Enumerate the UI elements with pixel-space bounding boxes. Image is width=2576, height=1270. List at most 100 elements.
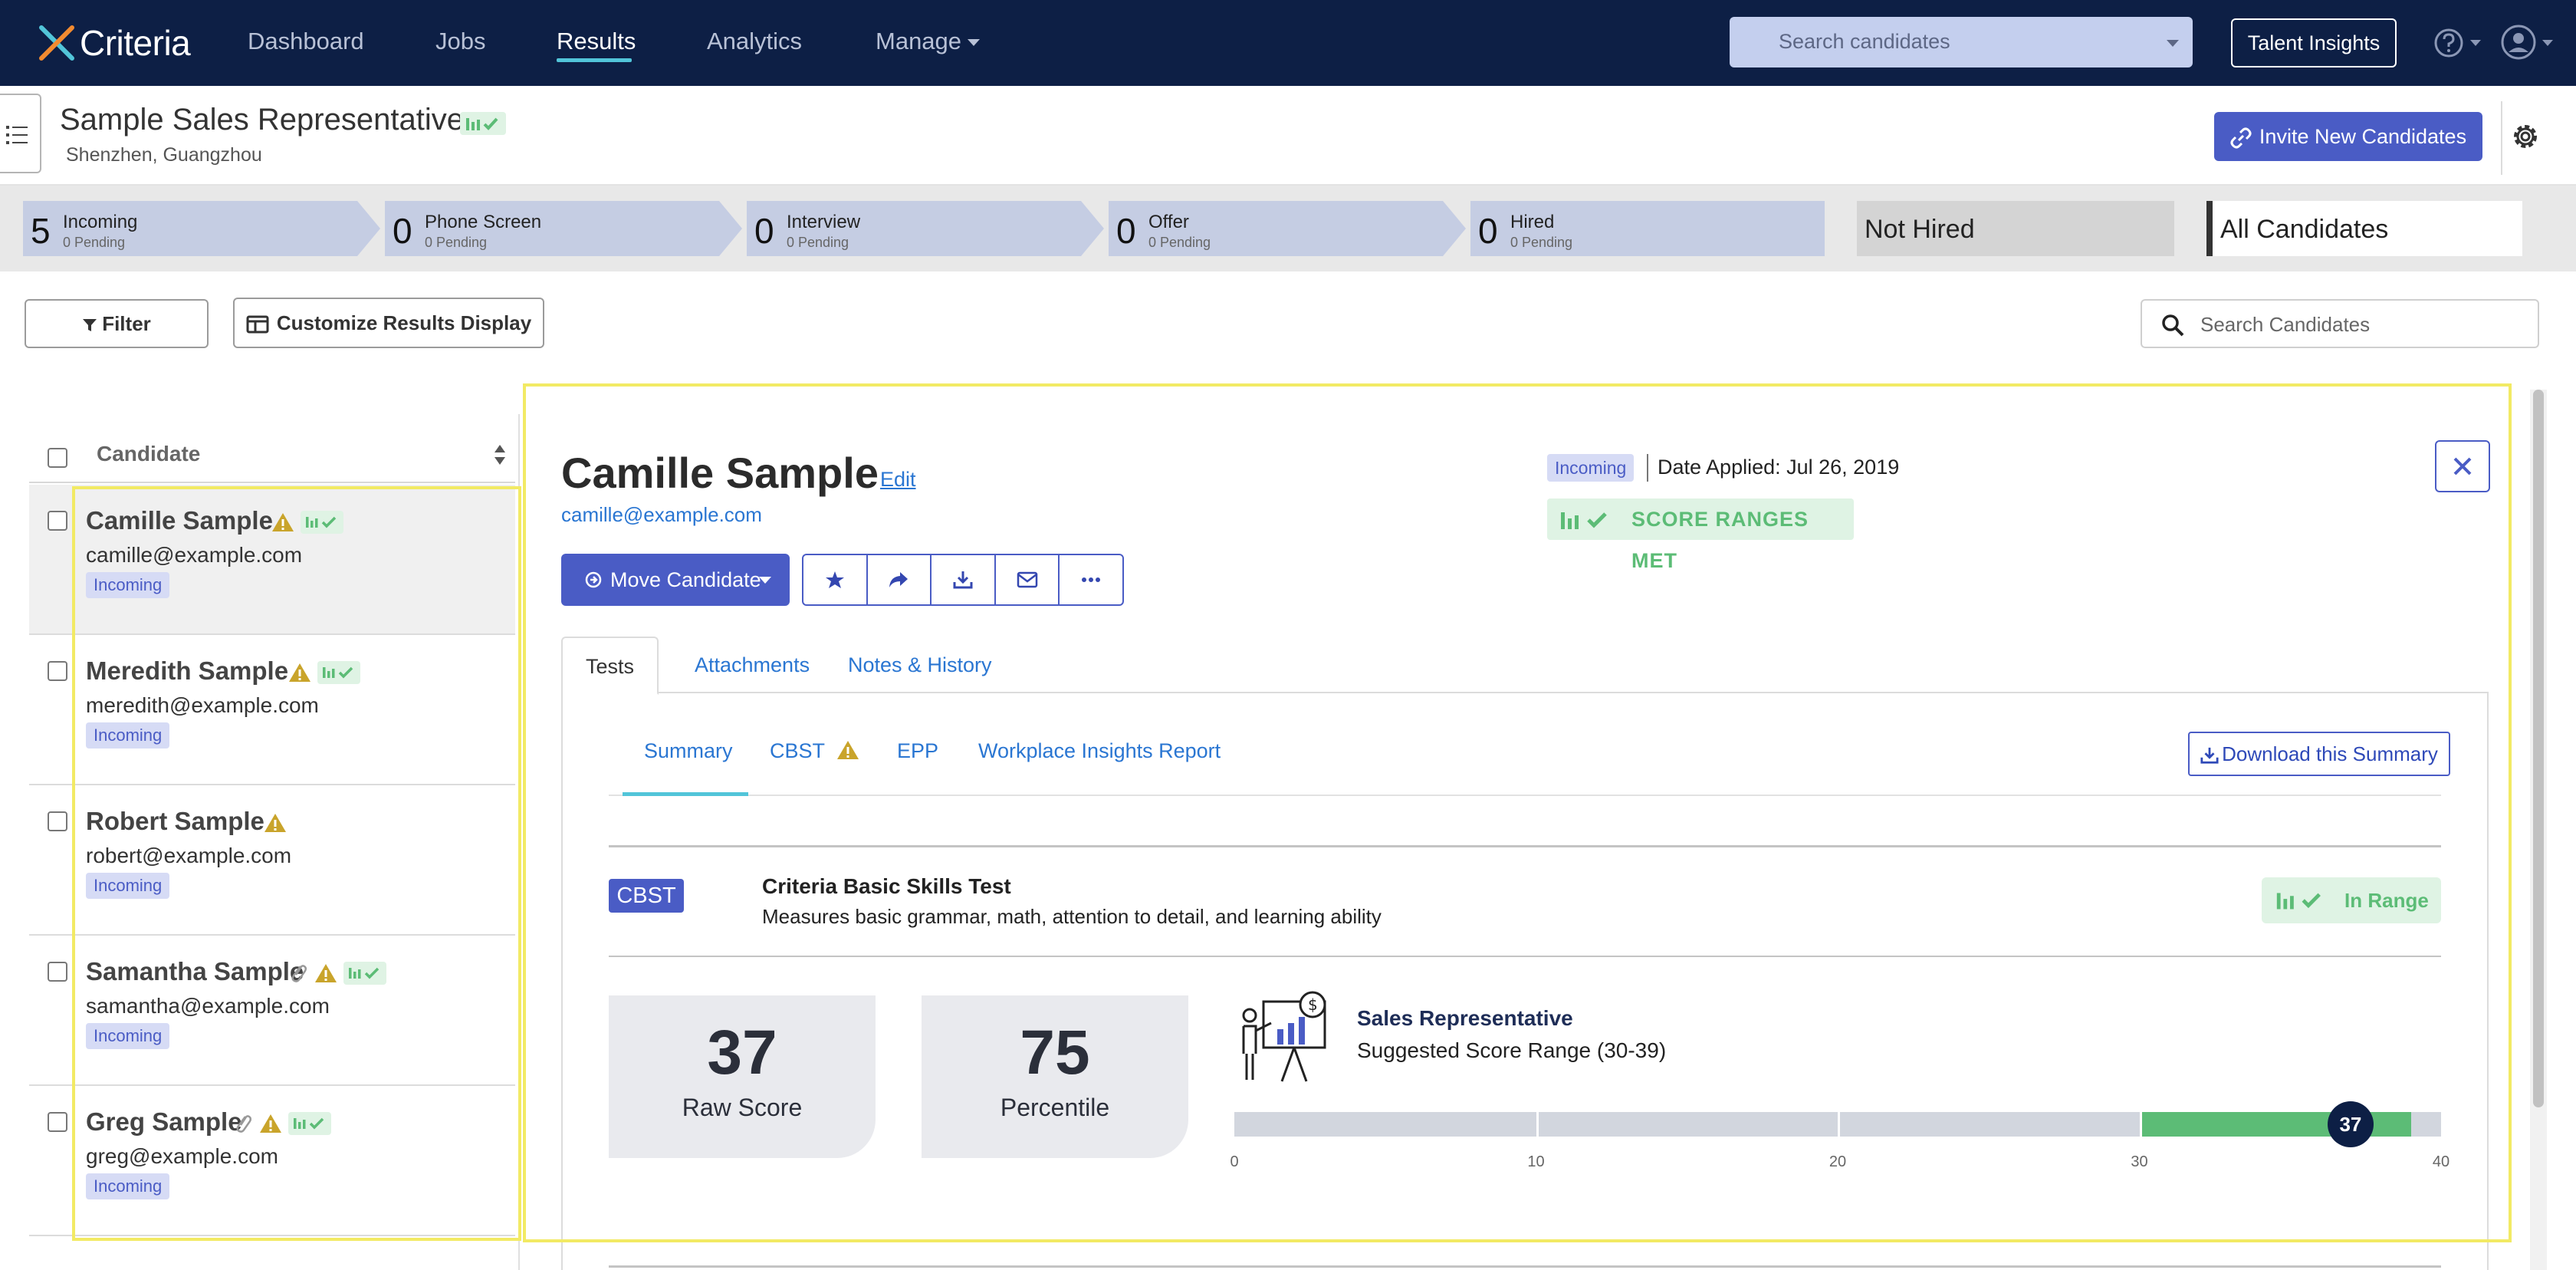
nav-manage[interactable]: Manage (876, 28, 981, 55)
stage-label: Not Hired (1865, 215, 1975, 244)
stage-offer[interactable]: 0 Offer 0 Pending (1109, 201, 1443, 256)
job-location: Shenzhen, Guangzhou (66, 144, 262, 166)
stage-label: Offer (1148, 212, 1189, 232)
candidate-row[interactable]: Meredith Sample meredith@example.com Inc… (29, 635, 515, 785)
paperclip-icon (236, 1115, 252, 1133)
date-applied: Date Applied: Jul 26, 2019 (1658, 456, 1900, 479)
scrollbar-thumb[interactable] (2533, 390, 2544, 1107)
chevron-down-icon (968, 39, 981, 47)
stage-pending: 0 Pending (787, 235, 849, 250)
user-avatar-icon[interactable] (2501, 25, 2536, 60)
email-button[interactable] (996, 555, 1060, 604)
candidate-checkbox[interactable] (48, 811, 67, 831)
tab-tests[interactable]: Tests (561, 637, 659, 695)
edit-link[interactable]: Edit (880, 468, 916, 492)
stage-incoming[interactable]: 5 Incoming 0 Pending (23, 201, 357, 256)
customize-display-button[interactable]: Customize Results Display (233, 298, 544, 348)
invite-label: Invite New Candidates (2259, 125, 2467, 148)
suggested-score-range: Suggested Score Range (30-39) (1357, 1038, 1667, 1062)
candidate-email: meredith@example.com (86, 693, 319, 717)
nav-results[interactable]: Results (557, 28, 636, 55)
score-range-bar: 37 (1234, 1101, 2441, 1147)
header-divider (2501, 101, 2502, 175)
criteria-logo-icon (39, 25, 74, 61)
candidate-name: Robert Sample (86, 807, 264, 835)
warning-icon (315, 964, 337, 982)
candidate-checkbox[interactable] (48, 511, 67, 531)
stage-phone-screen[interactable]: 0 Phone Screen 0 Pending (385, 201, 719, 256)
nav-analytics[interactable]: Analytics (707, 28, 802, 55)
detail-email-link[interactable]: camille@example.com (561, 503, 762, 527)
search-placeholder: Search Candidates (2200, 313, 2371, 336)
test-name: Criteria Basic Skills Test (762, 874, 1011, 898)
range-tick-label: 10 (1527, 1153, 1545, 1170)
select-all-checkbox[interactable] (48, 448, 67, 468)
subtab-summary[interactable]: Summary (644, 739, 733, 763)
help-icon[interactable] (2433, 28, 2464, 58)
percentile-value: 75 (1020, 1018, 1090, 1087)
criteria-logo[interactable]: Criteria (37, 20, 191, 66)
stage-label: All Candidates (2220, 215, 2389, 244)
range-segment (1234, 1112, 1536, 1137)
candidate-checkbox[interactable] (48, 1112, 67, 1132)
nav-dashboard[interactable]: Dashboard (248, 28, 364, 55)
gear-icon[interactable] (2509, 120, 2542, 153)
stage-not-hired[interactable]: Not Hired (1857, 201, 2174, 256)
in-range-label: In Range (2344, 889, 2429, 912)
subtab-divider (609, 795, 2441, 796)
candidate-row[interactable]: Samantha Sample samantha@example.com Inc… (29, 936, 515, 1086)
move-candidate-button[interactable]: Move Candidate (561, 554, 790, 606)
tab-notes-history[interactable]: Notes & History (825, 637, 1015, 695)
download-button[interactable] (932, 555, 996, 604)
detail-scrollbar[interactable] (2530, 390, 2547, 1270)
share-button[interactable] (868, 555, 932, 604)
more-options-button[interactable] (1060, 555, 1122, 604)
sort-icon[interactable] (494, 443, 506, 466)
subtab-epp[interactable]: EPP (897, 739, 938, 763)
job-header: Sample Sales Representative Shenzhen, Gu… (0, 86, 2576, 186)
stage-pending: 0 Pending (1148, 235, 1211, 250)
ellipsis-icon (1082, 577, 1101, 582)
star-button[interactable] (803, 555, 868, 604)
pipeline-bar: 5 Incoming 0 Pending 0 Phone Screen 0 Pe… (0, 186, 2576, 271)
chevron-down-icon (2470, 40, 2481, 46)
candidate-row[interactable]: Camille Sample camille@example.com Incom… (29, 485, 515, 635)
candidate-name: Greg Sample (86, 1107, 242, 1136)
candidate-checkbox[interactable] (48, 962, 67, 982)
nav-jobs[interactable]: Jobs (435, 28, 485, 55)
candidate-row[interactable]: Greg Sample greg@example.com Incoming (29, 1086, 515, 1236)
subtab-workplace-insights[interactable]: Workplace Insights Report (978, 739, 1221, 763)
candidate-checkbox[interactable] (48, 661, 67, 681)
subtab-cbst[interactable]: CBST (770, 739, 859, 763)
score-ranges-met-icon (317, 661, 360, 684)
stage-label: Incoming (63, 212, 138, 232)
filter-button[interactable]: Filter (25, 299, 209, 348)
stage-all-candidates[interactable]: All Candidates (2206, 201, 2522, 256)
status-badge: Incoming (86, 722, 170, 749)
star-icon (825, 571, 844, 588)
candidate-search-input[interactable]: Search Candidates (2141, 299, 2539, 348)
stage-count: 5 (31, 211, 51, 251)
score-ranges-label: SCORE RANGES MET (1631, 508, 1809, 572)
top-search-placeholder: Search candidates (1779, 30, 1950, 53)
subtab-active-indicator (623, 792, 748, 796)
candidate-name: Samantha Sample (86, 957, 304, 985)
candidate-flags (288, 960, 386, 986)
close-detail-button[interactable] (2435, 440, 2490, 492)
tab-attachments[interactable]: Attachments (672, 637, 833, 695)
chevron-down-icon (759, 577, 771, 584)
stage-interview[interactable]: 0 Interview 0 Pending (747, 201, 1081, 256)
download-summary-button[interactable]: Download this Summary (2188, 732, 2450, 776)
invite-candidates-button[interactable]: Invite New Candidates (2214, 112, 2482, 161)
stage-pending: 0 Pending (63, 235, 126, 250)
top-navbar: Criteria Dashboard Jobs Results Analytic… (0, 0, 2576, 86)
list-toggle-button[interactable] (0, 94, 41, 173)
role-name: Sales Representative (1357, 1006, 1573, 1030)
candidate-row[interactable]: Robert Sample robert@example.com Incomin… (29, 785, 515, 936)
customize-label: Customize Results Display (276, 311, 532, 334)
top-search-select[interactable]: Search candidates (1730, 17, 2193, 67)
score-ranges-met-icon (343, 962, 386, 985)
stage-hired[interactable]: 0 Hired 0 Pending (1470, 201, 1825, 256)
talent-insights-button[interactable]: Talent Insights (2231, 18, 2397, 67)
stage-count: 0 (1478, 211, 1498, 251)
